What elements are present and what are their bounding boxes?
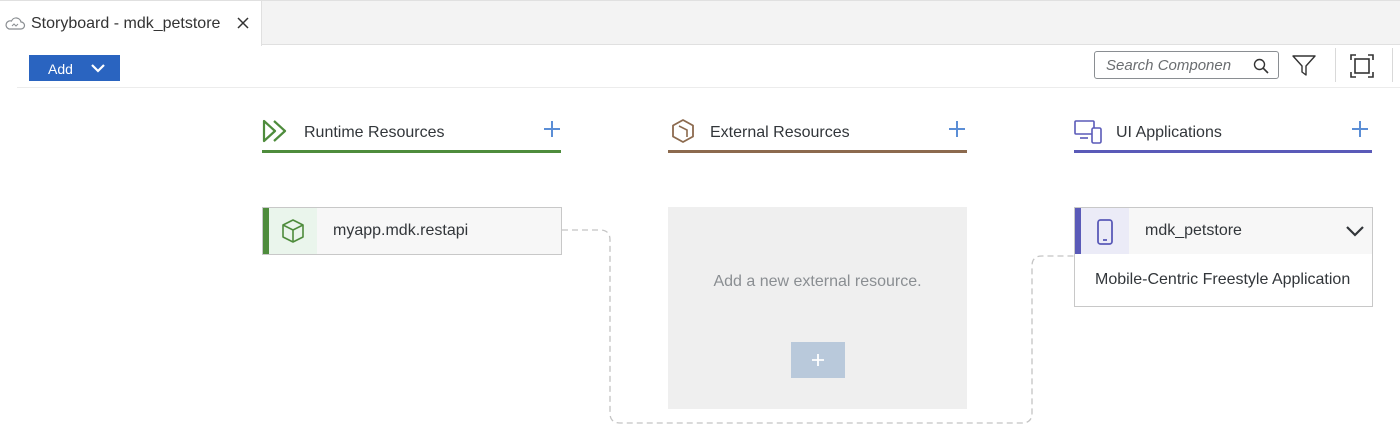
plus-icon [812, 354, 824, 366]
column-title: UI Applications [1116, 124, 1222, 141]
external-resource-placeholder: Add a new external resource. [668, 207, 967, 409]
column-title: Runtime Resources [304, 124, 445, 141]
mobile-phone-icon [1097, 219, 1113, 245]
chevron-down-icon [91, 64, 105, 73]
column-underline [668, 150, 967, 153]
tab-storyboard[interactable]: Storyboard - mdk_petstore [0, 1, 262, 46]
fit-to-screen-icon[interactable] [1349, 53, 1375, 79]
card-icon-box [1081, 208, 1129, 254]
card-icon-box [269, 208, 317, 254]
search-field[interactable] [1094, 51, 1279, 79]
ui-applications-icon [1074, 120, 1102, 144]
package-icon [282, 219, 304, 243]
cloud-icon [5, 17, 26, 30]
add-ui-application-icon[interactable] [1349, 118, 1371, 140]
column-underline [262, 150, 561, 153]
external-resources-icon [672, 119, 694, 143]
toolbar-separator [1392, 48, 1393, 82]
column-runtime-resources: Runtime Resources [262, 115, 561, 153]
editor-tab-bar: Storyboard - mdk_petstore [0, 0, 1400, 46]
application-type: Mobile-Centric Freestyle Application [1095, 271, 1351, 288]
search-input[interactable] [1095, 52, 1250, 78]
ui-application-details: Mobile-Centric Freestyle Application [1074, 254, 1373, 307]
card-name: mdk_petstore [1145, 222, 1242, 239]
tab-title: Storyboard - mdk_petstore [31, 15, 221, 32]
add-button[interactable]: Add [29, 55, 120, 81]
runtime-resources-icon [262, 119, 287, 143]
storyboard-toolbar: Add [17, 46, 1400, 88]
card-name: myapp.mdk.restapi [333, 222, 469, 239]
runtime-resource-card[interactable]: myapp.mdk.restapi [262, 207, 562, 255]
column-title: External Resources [710, 124, 850, 141]
chevron-down-icon[interactable] [1344, 222, 1366, 240]
add-button-label: Add [48, 61, 73, 77]
column-external-resources: External Resources [668, 115, 967, 153]
ui-application-card[interactable]: mdk_petstore [1074, 207, 1373, 255]
add-runtime-resource-icon[interactable] [541, 118, 563, 140]
filter-icon[interactable] [1291, 53, 1317, 79]
add-external-resource-icon[interactable] [946, 118, 968, 140]
close-icon[interactable] [235, 15, 251, 31]
add-external-resource-button[interactable] [791, 342, 845, 378]
column-ui-applications: UI Applications [1074, 115, 1372, 153]
placeholder-message: Add a new external resource. [713, 273, 922, 290]
search-icon[interactable] [1252, 57, 1270, 75]
column-underline [1074, 150, 1372, 153]
toolbar-separator [1335, 48, 1336, 82]
